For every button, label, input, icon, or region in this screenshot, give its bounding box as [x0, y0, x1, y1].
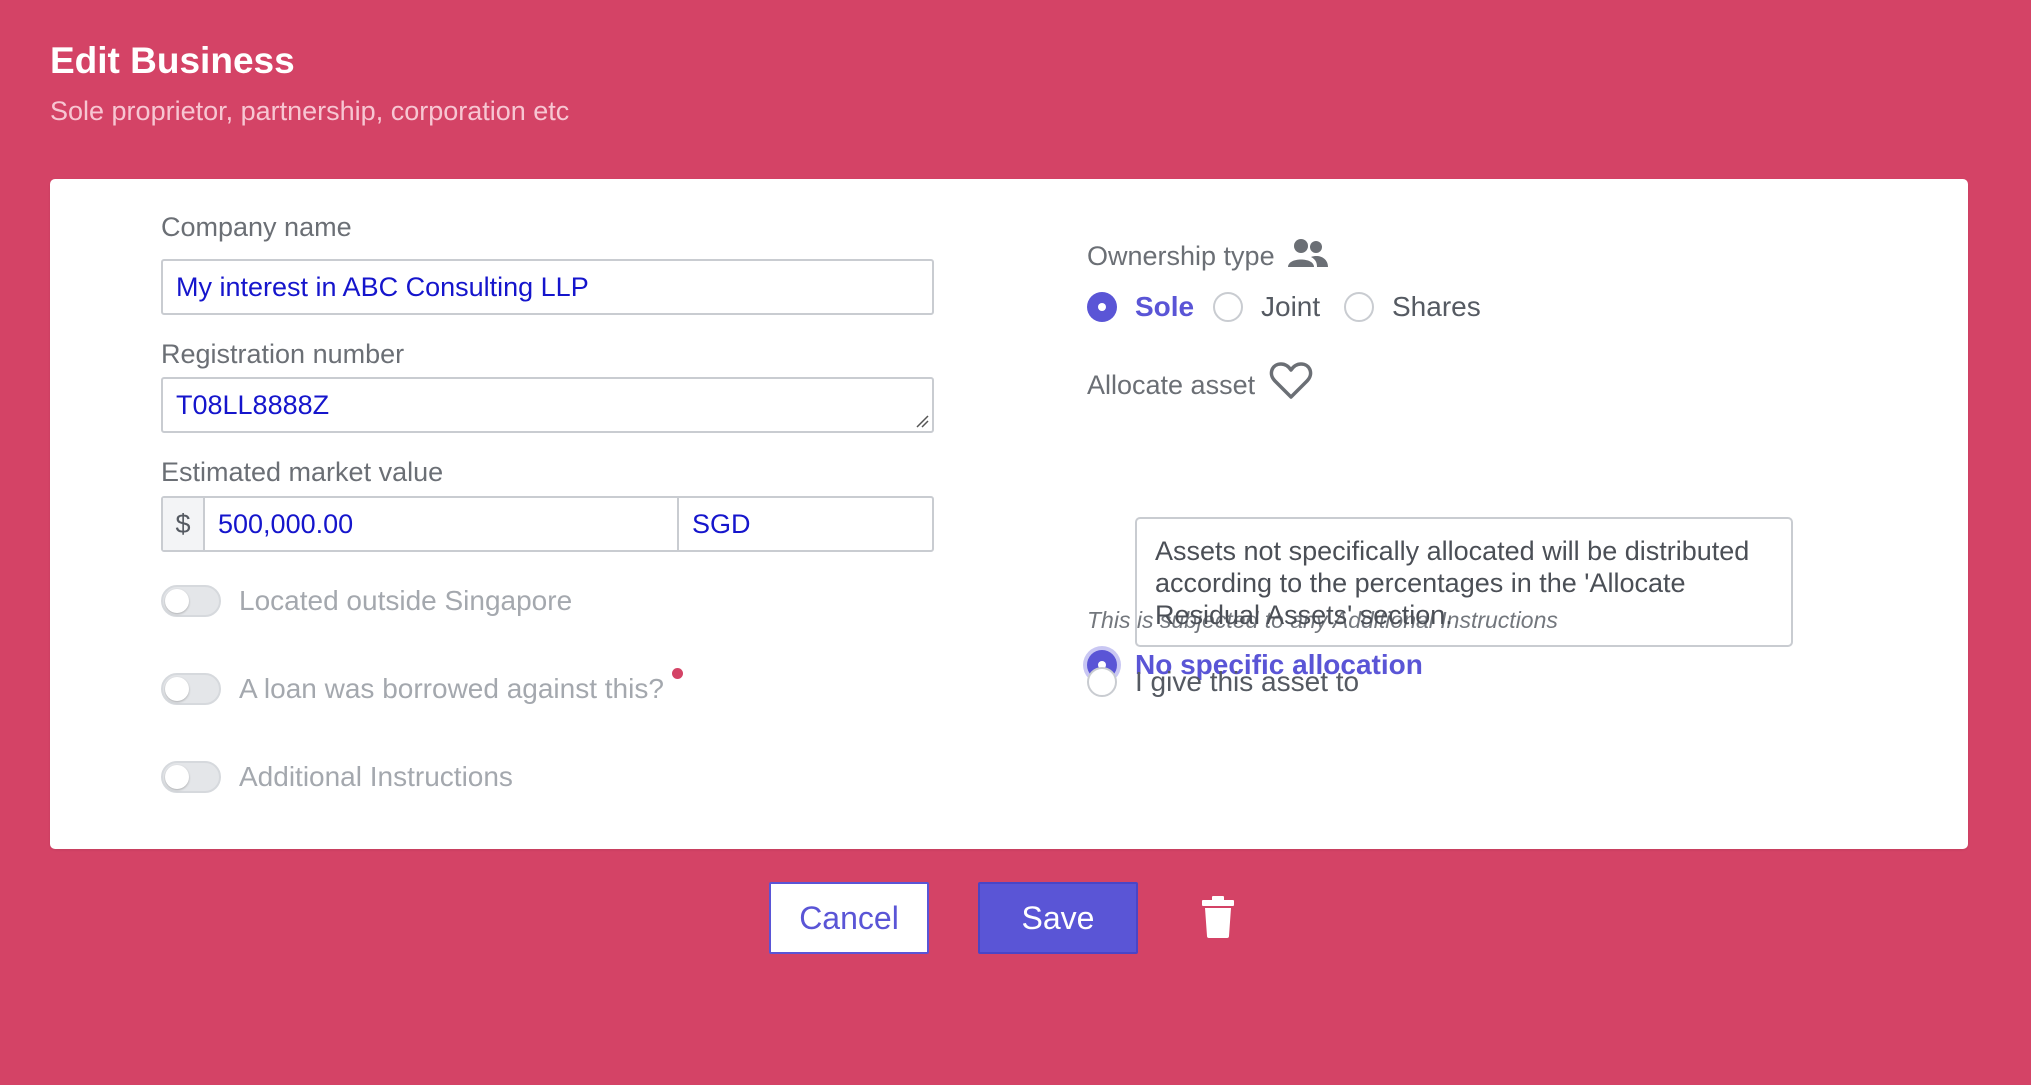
ownership-option-joint[interactable]: Joint [1213, 291, 1320, 323]
outside-singapore-label: Located outside Singapore [239, 585, 573, 616]
ownership-type-label: Ownership type [1087, 241, 1275, 271]
page-subtitle: Sole proprietor, partnership, corporatio… [50, 96, 570, 126]
additional-instructions-label: Additional Instructions [239, 761, 513, 792]
registration-number-label: Registration number [161, 339, 405, 369]
allocation-info-box: Assets not specifically allocated will b… [1135, 517, 1793, 647]
joint-radio[interactable] [1213, 292, 1243, 322]
toggle-row-additional-instructions: Additional Instructions [161, 761, 513, 793]
users-icon [1287, 238, 1328, 267]
currency-input[interactable]: SGD [679, 498, 932, 550]
page-title: Edit Business [50, 40, 295, 81]
resize-grip-icon[interactable] [915, 414, 929, 428]
joint-label: Joint [1261, 291, 1321, 322]
registration-number-input[interactable]: T08LL8888Z [161, 377, 934, 433]
trash-icon[interactable] [1200, 895, 1236, 939]
currency-symbol: $ [163, 498, 205, 550]
allocate-asset-label: Allocate asset [1087, 370, 1256, 400]
market-value-group: $ 500,000.00 SGD [161, 496, 934, 552]
allocate-asset-header: Allocate asset [1087, 361, 1313, 401]
give-asset-label: I give this asset to [1135, 666, 1360, 697]
outside-singapore-toggle[interactable] [161, 585, 221, 617]
edit-business-card: Company name My interest in ABC Consulti… [50, 179, 1968, 849]
heart-icon [1269, 361, 1313, 399]
required-indicator-dot [671, 667, 683, 679]
loan-toggle[interactable] [161, 673, 221, 705]
market-value-label: Estimated market value [161, 457, 444, 487]
sole-label: Sole [1135, 291, 1195, 322]
save-button[interactable]: Save [978, 882, 1138, 954]
ownership-type-header: Ownership type [1087, 238, 1329, 272]
shares-label: Shares [1392, 291, 1481, 322]
market-value-input[interactable]: 500,000.00 [205, 498, 679, 550]
additional-instructions-toggle[interactable] [161, 761, 221, 793]
sole-radio[interactable] [1087, 292, 1117, 322]
loan-label: A loan was borrowed against this? [239, 673, 664, 704]
toggle-row-loan: A loan was borrowed against this? [161, 667, 683, 705]
cancel-button[interactable]: Cancel [769, 882, 929, 954]
ownership-option-shares[interactable]: Shares [1344, 291, 1481, 323]
allocation-option-give[interactable]: I give this asset to [1087, 666, 1359, 698]
toggle-row-outside-singapore: Located outside Singapore [161, 585, 572, 617]
company-name-label: Company name [161, 212, 352, 242]
registration-number-value: T08LL8888Z [176, 389, 330, 420]
give-asset-radio[interactable] [1087, 667, 1117, 697]
company-name-input[interactable]: My interest in ABC Consulting LLP [161, 259, 934, 315]
shares-radio[interactable] [1344, 292, 1374, 322]
ownership-option-sole[interactable]: Sole [1087, 291, 1194, 323]
